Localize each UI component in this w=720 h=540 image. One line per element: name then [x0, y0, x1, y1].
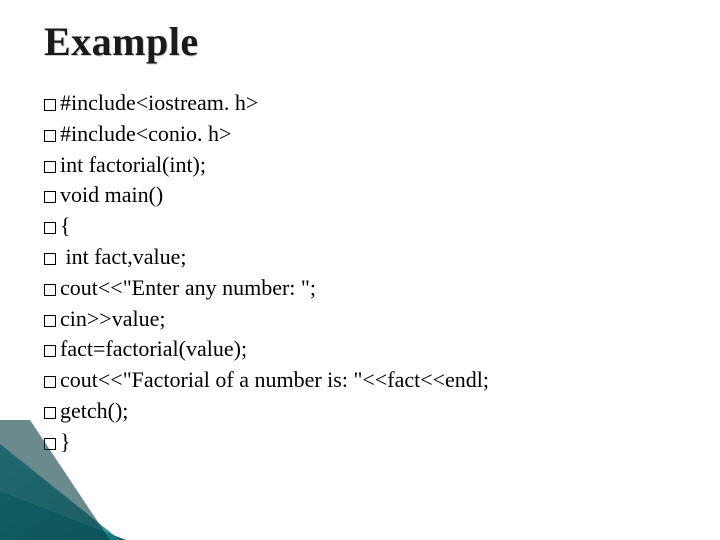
- code-text: #include<conio. h>: [60, 121, 231, 146]
- bullet-icon: [44, 345, 56, 357]
- code-line: cout<<"Factorial of a number is: "<<fact…: [44, 365, 684, 396]
- bullet-icon: [44, 376, 56, 388]
- bullet-icon: [44, 161, 56, 173]
- code-text: #include<iostream. h>: [60, 90, 258, 115]
- bullet-icon: [44, 99, 56, 111]
- code-line: int factorial(int);: [44, 150, 684, 181]
- code-text: int factorial(int);: [60, 152, 206, 177]
- bullet-icon: [44, 222, 56, 234]
- code-line: #include<iostream. h>: [44, 88, 684, 119]
- code-text: cout<<"Enter any number: ";: [60, 275, 316, 300]
- code-text: int fact,value;: [60, 244, 186, 269]
- bullet-icon: [44, 130, 56, 142]
- code-text: cin>>value;: [60, 306, 165, 331]
- bullet-icon: [44, 191, 56, 203]
- bullet-icon: [44, 253, 56, 265]
- code-text: fact=factorial(value);: [60, 336, 247, 361]
- code-line: cin>>value;: [44, 304, 684, 335]
- code-text: cout<<"Factorial of a number is: "<<fact…: [60, 367, 489, 392]
- bullet-icon: [44, 315, 56, 327]
- code-text: {: [60, 213, 71, 238]
- bullet-icon: [44, 407, 56, 419]
- code-line: int fact,value;: [44, 242, 684, 273]
- code-text: void main(): [60, 182, 163, 207]
- slide: Example #include<iostream. h> #include<c…: [0, 0, 720, 540]
- code-line: void main(): [44, 180, 684, 211]
- decorative-wedge: [0, 420, 290, 540]
- code-body: #include<iostream. h> #include<conio. h>…: [44, 88, 684, 458]
- slide-title: Example: [44, 18, 199, 65]
- code-line: fact=factorial(value);: [44, 334, 684, 365]
- code-line: #include<conio. h>: [44, 119, 684, 150]
- code-line: {: [44, 211, 684, 242]
- code-line: cout<<"Enter any number: ";: [44, 273, 684, 304]
- bullet-icon: [44, 284, 56, 296]
